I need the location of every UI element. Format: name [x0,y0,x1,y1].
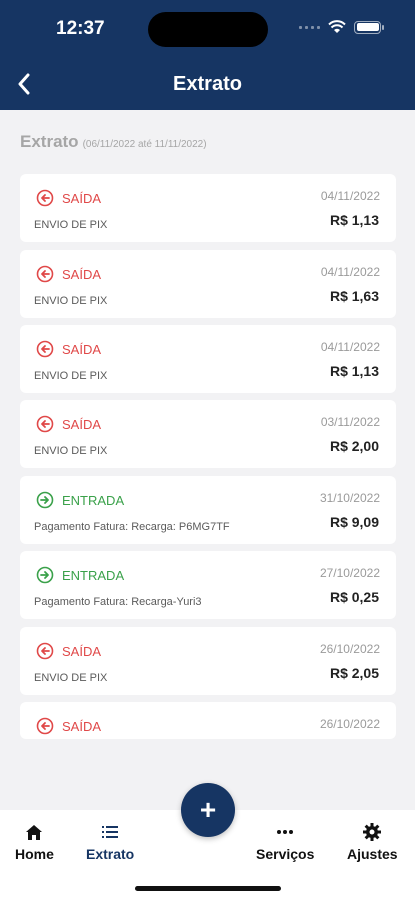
dynamic-island [148,12,268,47]
tab-ajustes[interactable]: Ajustes [347,822,398,862]
page-title: Extrato [173,73,242,95]
tab-extrato-label: Extrato [86,846,135,862]
app-header: 12:37 Extrato [0,0,415,110]
transaction-type: ENTRADA [36,491,124,509]
list-icon [102,826,119,838]
tab-home-label: Home [15,846,54,862]
transaction-type-label: SAÍDA [62,190,102,206]
transaction-date: 31/10/2022 [319,491,380,505]
transaction-type-label: SAÍDA [62,266,102,282]
transaction-card[interactable]: SAÍDA ENVIO DE PIX 04/11/2022 R$ 1,13 [20,325,396,393]
transaction-amount: R$ 0,25 [329,589,379,605]
arrow-out-icon [36,415,54,433]
statement-heading: Extrato (06/11/2022 até 11/11/2022) [20,132,207,152]
arrow-out-icon [36,189,54,207]
transaction-date: 26/10/2022 [319,642,380,656]
transaction-date: 04/11/2022 [320,265,380,279]
transaction-type: SAÍDA [36,265,101,283]
transaction-amount: R$ 1,13 [329,212,379,228]
transaction-type-label: SAÍDA [62,718,102,734]
transaction-description: ENVIO DE PIX [34,672,108,684]
transaction-card[interactable]: SAÍDA ENVIO DE PIX 26/10/2022 R$ 2,05 [20,627,396,695]
transaction-description: ENVIO DE PIX [34,219,108,231]
transaction-card[interactable]: ENTRADA Pagamento Fatura: Recarga: P6MG7T… [20,476,396,544]
transaction-amount: R$ 2,05 [329,665,379,681]
battery-icon [354,20,384,34]
transaction-type-label: SAÍDA [62,416,102,432]
transaction-type-label: SAÍDA [62,643,102,659]
transaction-amount: R$ 1,13 [329,363,379,379]
transaction-card[interactable]: SAÍDA ENVIO DE PIX 03/11/2022 R$ 2,00 [20,400,396,468]
wifi-icon [328,20,346,33]
tab-servicos[interactable]: Serviços [256,822,314,862]
gear-icon [363,823,382,841]
arrow-out-icon [36,642,54,660]
transaction-type-label: ENTRADA [62,492,125,508]
transaction-amount: R$ 9,09 [329,514,379,530]
statement-range: (06/11/2022 até 11/11/2022) [82,139,207,150]
tab-extrato[interactable]: Extrato [86,822,134,862]
status-icons [299,20,384,34]
arrow-out-icon [36,717,54,735]
transaction-amount: R$ 2,00 [329,438,379,454]
transaction-type: SAÍDA [36,415,101,433]
transaction-type: ENTRADA [36,566,124,584]
home-icon [26,825,43,840]
transaction-date: 26/10/2022 [319,717,380,731]
transaction-description: ENVIO DE PIX [34,445,108,457]
transaction-date: 03/11/2022 [320,415,380,429]
transaction-card[interactable]: SAÍDA 26/10/2022 [20,702,396,739]
more-icon [277,830,294,834]
transaction-card[interactable]: SAÍDA ENVIO DE PIX 04/11/2022 R$ 1,13 [20,174,396,242]
arrow-in-icon [36,566,54,584]
transaction-amount: R$ 1,63 [329,288,379,304]
transaction-type: SAÍDA [36,642,101,660]
add-button[interactable]: + [181,783,235,837]
transaction-card[interactable]: SAÍDA ENVIO DE PIX 04/11/2022 R$ 1,63 [20,250,396,318]
transaction-date: 27/10/2022 [319,566,380,580]
transaction-type: SAÍDA [36,189,101,207]
status-time: 12:37 [56,18,105,39]
home-indicator [135,886,281,891]
transaction-type-label: ENTRADA [62,567,125,583]
tab-ajustes-label: Ajustes [347,846,398,862]
statement-title: Extrato [20,132,79,151]
transaction-date: 04/11/2022 [320,340,380,354]
tab-servicos-label: Serviços [256,846,315,862]
arrow-out-icon [36,340,54,358]
transaction-description: Pagamento Fatura: Recarga-Yuri3 [34,596,202,608]
transaction-type: SAÍDA [36,340,101,358]
transaction-description: Pagamento Fatura: Recarga: P6MG7TF [34,521,230,533]
transaction-description: ENVIO DE PIX [34,370,108,382]
transaction-description: ENVIO DE PIX [34,295,108,307]
tab-home[interactable]: Home [15,822,54,862]
transaction-type: SAÍDA [36,717,101,735]
arrow-in-icon [36,491,54,509]
arrow-out-icon [36,265,54,283]
transaction-card[interactable]: ENTRADA Pagamento Fatura: Recarga-Yuri3 27… [20,551,396,619]
transaction-type-label: SAÍDA [62,341,102,357]
transaction-date: 04/11/2022 [320,189,380,203]
signal-icon [299,25,320,29]
